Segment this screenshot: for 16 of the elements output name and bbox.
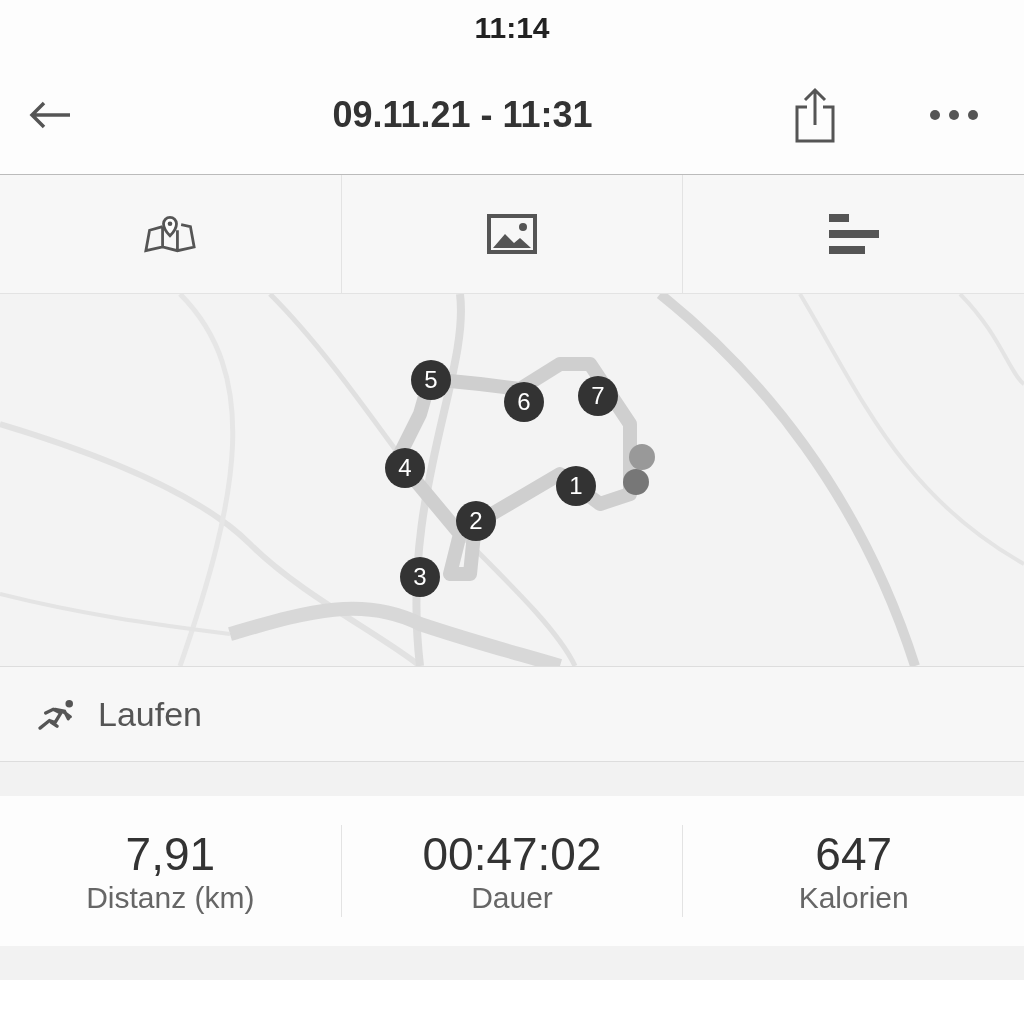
- back-icon[interactable]: [28, 99, 72, 130]
- runner-icon: [38, 698, 76, 730]
- stat-value: 00:47:02: [422, 827, 602, 881]
- map-pin-icon: [144, 214, 197, 254]
- activity-title: 09.11.21 - 11:31: [331, 93, 594, 136]
- bar-chart-icon: [827, 214, 880, 254]
- stat-label: Kalorien: [798, 881, 909, 915]
- stat-label: Distanz (km): [86, 881, 255, 915]
- share-icon[interactable]: [793, 86, 837, 143]
- stat-label: Dauer: [471, 881, 553, 915]
- more-icon[interactable]: [929, 108, 979, 121]
- stat-value: 7,91: [125, 827, 216, 881]
- activity-type: Laufen: [98, 694, 202, 734]
- status-time: 11:14: [474, 10, 550, 45]
- image-icon: [486, 214, 538, 254]
- stat-value: 647: [815, 827, 893, 881]
